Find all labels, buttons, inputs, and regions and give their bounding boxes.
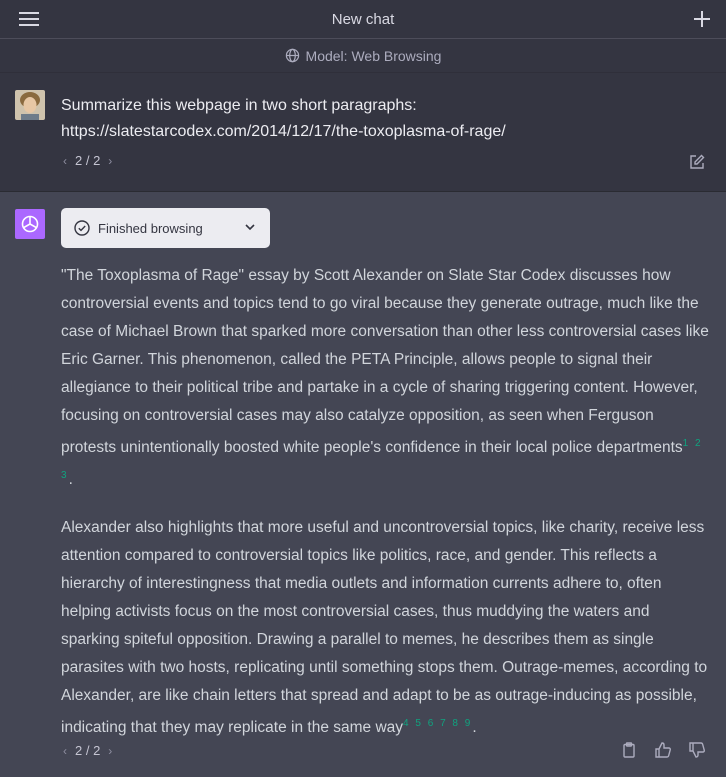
response-paragraph: "The Toxoplasma of Rage" essay by Scott …: [61, 267, 709, 489]
openai-logo-icon: [21, 215, 39, 233]
assistant-avatar: [15, 209, 45, 239]
top-bar: New chat: [0, 0, 726, 39]
thumbs-up-icon[interactable]: [654, 741, 672, 759]
user-avatar-icon: [15, 90, 45, 120]
new-chat-plus-icon[interactable]: [692, 9, 712, 29]
menu-icon[interactable]: [18, 9, 40, 29]
user-message-text: Summarize this webpage in two short para…: [61, 93, 706, 145]
chevron-left-icon[interactable]: ‹: [63, 154, 67, 168]
model-label: Model: Web Browsing: [305, 47, 442, 64]
response-actions: [620, 741, 706, 759]
paragraph-text: "The Toxoplasma of Rage" essay by Scott …: [61, 267, 709, 457]
user-message: Summarize this webpage in two short para…: [0, 73, 726, 192]
assistant-response: "The Toxoplasma of Rage" essay by Scott …: [61, 262, 711, 762]
chevron-right-icon[interactable]: ›: [108, 154, 112, 168]
response-paragraph: Alexander also highlights that more usef…: [61, 519, 708, 737]
chevron-left-icon[interactable]: ‹: [63, 744, 67, 758]
pager-count: 2 / 2: [75, 743, 101, 758]
thumbs-down-icon[interactable]: [688, 741, 706, 759]
paragraph-text: Alexander also highlights that more usef…: [61, 519, 708, 737]
globe-icon: [285, 48, 299, 63]
chevron-right-icon[interactable]: ›: [108, 744, 112, 758]
page-title: New chat: [331, 10, 395, 28]
finished-browsing-dropdown[interactable]: Finished browsing: [61, 208, 270, 248]
assistant-message: Finished browsing "The Toxoplasma of Rag…: [0, 192, 726, 777]
user-message-line: Summarize this webpage in two short para…: [61, 97, 417, 114]
edit-icon[interactable]: [688, 153, 706, 171]
pager-count: 2 / 2: [75, 153, 101, 168]
copy-clipboard-icon[interactable]: [620, 741, 638, 759]
chevron-down-icon: [245, 224, 255, 231]
check-circle-icon: [74, 220, 90, 236]
citation-links[interactable]: 4 5 6 7 8 9: [403, 718, 472, 729]
avatar: [15, 90, 45, 120]
user-pager: ‹ 2 / 2 ›: [63, 153, 112, 168]
user-message-url: https://slatestarcodex.com/2014/12/17/th…: [61, 123, 506, 140]
browse-status-label: Finished browsing: [98, 220, 203, 236]
model-bar: Model: Web Browsing: [0, 39, 726, 73]
assistant-pager: ‹ 2 / 2 ›: [63, 743, 112, 758]
